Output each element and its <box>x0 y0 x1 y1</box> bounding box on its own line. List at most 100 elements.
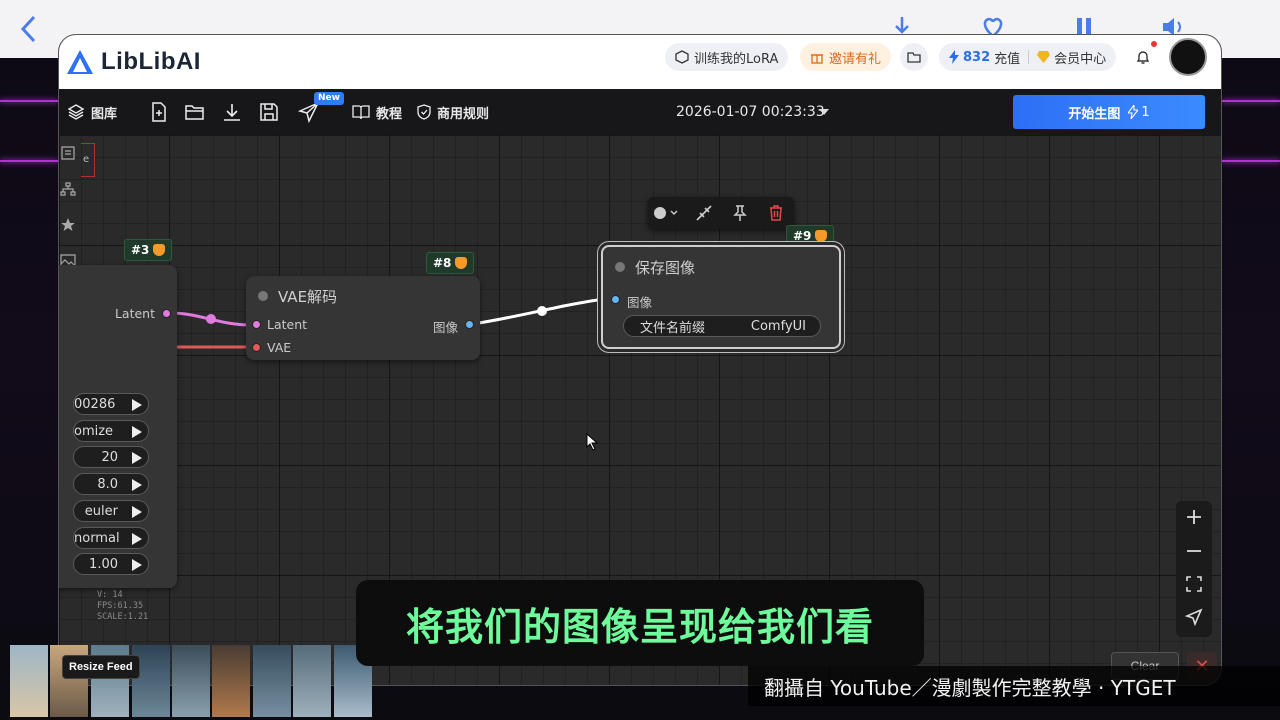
folder-icon <box>907 52 921 63</box>
bell-icon <box>1136 51 1150 64</box>
arrow-right-icon[interactable] <box>132 479 142 491</box>
output-port[interactable] <box>465 320 474 329</box>
seed-widget[interactable]: 00286 <box>73 393 149 415</box>
widget-value: 00286 <box>74 396 116 412</box>
neon-line <box>0 100 58 102</box>
arrow-right-icon[interactable] <box>132 399 142 411</box>
link-midpoint[interactable] <box>206 314 216 324</box>
save-icon[interactable] <box>258 101 280 123</box>
notification-button[interactable] <box>1129 43 1157 71</box>
widget-value: 8.0 <box>97 476 118 492</box>
arrow-right-icon[interactable] <box>132 559 142 571</box>
session-datetime[interactable]: 2026-01-07 00:23:33 <box>676 104 825 120</box>
chevron-down-icon[interactable] <box>819 109 829 115</box>
resize-feed-button[interactable]: Resize Feed <box>62 655 140 679</box>
pin-icon[interactable] <box>730 203 750 223</box>
arrow-right-icon[interactable] <box>132 426 142 438</box>
zoom-controls <box>1176 501 1212 637</box>
shield-icon <box>417 104 431 120</box>
start-generate-button[interactable]: 开始生图 1 <box>1013 95 1205 129</box>
logo-icon <box>67 50 93 74</box>
arrow-right-icon[interactable] <box>132 452 142 464</box>
invite-label: 邀请有礼 <box>829 51 882 67</box>
member-center-label[interactable]: 会员中心 <box>1054 48 1106 67</box>
node-id: #8 <box>433 256 452 270</box>
back-arrow-icon[interactable] <box>18 14 40 44</box>
thumbnail[interactable] <box>10 645 48 717</box>
locate-icon[interactable] <box>1184 607 1204 627</box>
sampler-widget[interactable]: euler <box>73 500 149 522</box>
output-latent-label: Latent <box>114 306 155 321</box>
lightning-icon <box>949 50 959 64</box>
thumbnail[interactable] <box>253 645 291 717</box>
arrow-right-icon[interactable] <box>132 533 142 545</box>
cube-icon <box>675 50 689 64</box>
zoom-in-icon[interactable] <box>1184 507 1204 527</box>
avatar[interactable] <box>1169 38 1207 76</box>
scheduler-widget[interactable]: normal <box>73 527 149 549</box>
input-image-label: 图像 <box>627 295 653 310</box>
commercial-rules-button[interactable]: 商用规则 <box>417 100 489 124</box>
node-id: #3 <box>131 243 150 257</box>
fox-icon <box>455 257 468 269</box>
filename-prefix-widget[interactable]: 文件名前缀 ComfyUI <box>623 315 821 337</box>
arrow-right-icon[interactable] <box>132 506 142 518</box>
site-header: LibLibAI 训练我的LoRA 邀请有礼 832 充值 会员中心 <box>59 35 1221 89</box>
editor-toolbar: 图库 New 教程 商用规则 2026-01-07 00:23:33 开始生图 … <box>59 89 1221 135</box>
tutorial-button[interactable]: 教程 <box>352 100 402 124</box>
color-picker-icon[interactable] <box>652 203 678 223</box>
generate-cost: 1 <box>1128 104 1150 120</box>
neon-line <box>0 160 58 162</box>
denoise-widget[interactable]: 1.00 <box>73 553 149 575</box>
fox-icon <box>815 230 828 242</box>
ksampler-node[interactable]: Latent 00286 omize 20 8.0 euler normal 1… <box>59 265 177 588</box>
cfg-widget[interactable]: 8.0 <box>73 473 149 495</box>
input-port[interactable] <box>252 343 261 352</box>
node-id-tag: #3 <box>124 239 173 261</box>
recharge-label[interactable]: 充值 <box>994 48 1020 67</box>
invite-button[interactable]: 邀请有礼 <box>800 43 892 71</box>
thumbnail[interactable] <box>172 645 210 717</box>
node-status-dot[interactable] <box>258 291 268 301</box>
neon-line <box>1222 100 1280 102</box>
steps-widget[interactable]: 20 <box>73 446 149 468</box>
stats-fps: FPS:61.35 <box>97 601 144 611</box>
generate-label: 开始生图 <box>1068 106 1121 122</box>
save-image-node[interactable]: 保存图像 图像 文件名前缀 ComfyUI <box>601 245 841 349</box>
library-button[interactable]: 图库 <box>67 100 117 124</box>
widget-value: euler <box>84 503 118 519</box>
input-port[interactable] <box>252 320 261 329</box>
open-folder-icon[interactable] <box>184 101 206 123</box>
node-status-dot[interactable] <box>615 262 625 272</box>
source-credit: 翻攝自 YouTube／漫劇製作完整教學 · YTGET <box>748 666 1280 706</box>
liblibai-logo[interactable]: LibLibAI <box>65 45 201 79</box>
new-file-icon[interactable] <box>148 101 170 123</box>
render-stats: V: 14 FPS:61.35 SCALE:1.21 <box>97 590 148 623</box>
link-midpoint[interactable] <box>537 306 547 316</box>
thumbnail[interactable] <box>212 645 250 717</box>
stats-version: V: 14 <box>97 590 123 600</box>
node-title: 保存图像 <box>635 259 696 277</box>
new-badge: New <box>314 92 344 105</box>
widget-label: 文件名前缀 <box>640 320 706 336</box>
bypass-icon[interactable] <box>694 203 714 223</box>
output-image-label: 图像 <box>432 320 458 335</box>
node-id: #9 <box>793 229 812 243</box>
thumbnail[interactable] <box>293 645 331 717</box>
input-port[interactable] <box>611 295 620 304</box>
zoom-out-icon[interactable] <box>1184 541 1204 561</box>
stats-scale: SCALE:1.21 <box>97 612 149 622</box>
trash-icon[interactable] <box>766 203 786 223</box>
credits-pill[interactable]: 832 充值 会员中心 <box>939 43 1117 71</box>
train-lora-button[interactable]: 训练我的LoRA <box>665 43 789 71</box>
vae-decode-node[interactable]: VAE解码 Latent VAE 图像 <box>246 276 480 360</box>
download-icon[interactable] <box>221 101 243 123</box>
diamond-icon <box>1037 51 1051 63</box>
folder-button[interactable] <box>900 43 928 71</box>
library-label: 图库 <box>91 106 118 122</box>
generate-count: 1 <box>1141 104 1150 120</box>
fit-view-icon[interactable] <box>1184 574 1204 594</box>
control-widget[interactable]: omize <box>73 420 149 442</box>
credits-count: 832 <box>963 49 991 65</box>
output-port[interactable] <box>162 309 171 318</box>
